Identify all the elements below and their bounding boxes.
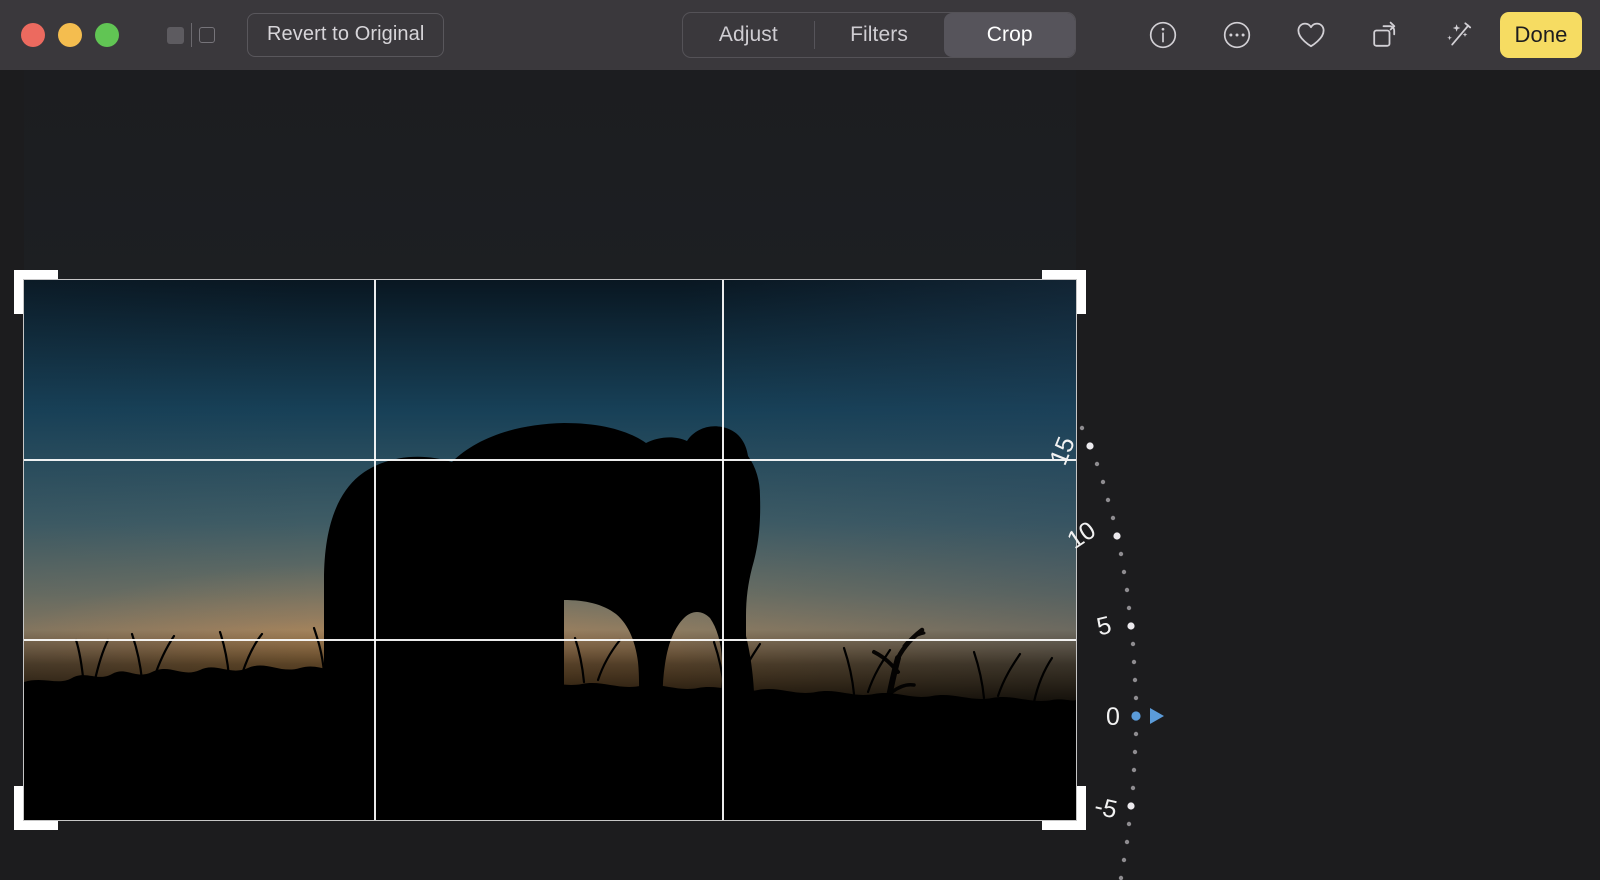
info-icon[interactable]	[1126, 0, 1200, 70]
crop-handle-bottom-left[interactable]	[14, 786, 58, 830]
done-button[interactable]: Done	[1500, 12, 1582, 58]
tab-filters[interactable]: Filters	[813, 13, 945, 57]
edit-mode-segmented-control[interactable]: Adjust Filters Crop	[682, 12, 1076, 58]
traffic-light-group	[21, 23, 119, 47]
dial-label-neg-10: -10	[1063, 876, 1108, 880]
filled-square-icon	[167, 26, 184, 44]
crop-handle-top-left[interactable]	[14, 270, 58, 314]
more-options-icon[interactable]	[1200, 0, 1274, 70]
dial-label-10: 10	[1062, 516, 1101, 555]
dial-label-5: 5	[1094, 611, 1114, 642]
maximize-window-button[interactable]	[95, 23, 119, 47]
grass-silhouette	[24, 626, 1076, 820]
auto-enhance-icon[interactable]	[1422, 0, 1496, 70]
editor-canvas: 15 10 5 0 -5 -10 -15	[0, 70, 1600, 880]
straighten-angle-dial[interactable]: 15 10 5 0 -5 -10 -15	[1044, 350, 1240, 880]
photo-image	[24, 280, 1076, 820]
dial-zero-marker	[1131, 711, 1141, 721]
crop-frame[interactable]	[14, 270, 1086, 830]
close-window-button[interactable]	[21, 23, 45, 47]
rotate-icon[interactable]	[1348, 0, 1422, 70]
tab-adjust[interactable]: Adjust	[683, 13, 814, 57]
toolbar-right-group: Done	[1126, 0, 1600, 70]
dial-pointer-triangle	[1150, 708, 1164, 724]
window-titlebar: Revert to Original Adjust Filters Crop D…	[0, 0, 1600, 70]
dial-label-0: 0	[1106, 703, 1120, 731]
split-view-toggle-button[interactable]	[167, 20, 215, 50]
crop-handle-top-right[interactable]	[1042, 270, 1086, 314]
minimize-window-button[interactable]	[58, 23, 82, 47]
dimmed-image-area	[24, 70, 1076, 280]
dial-label-neg-5: -5	[1092, 792, 1120, 824]
favorite-heart-icon[interactable]	[1274, 0, 1348, 70]
revert-to-original-button[interactable]: Revert to Original	[247, 13, 445, 57]
outline-square-icon	[199, 27, 215, 43]
divider	[191, 23, 192, 47]
crop-handle-bottom-right[interactable]	[1042, 786, 1086, 830]
tab-crop[interactable]: Crop	[944, 13, 1075, 57]
